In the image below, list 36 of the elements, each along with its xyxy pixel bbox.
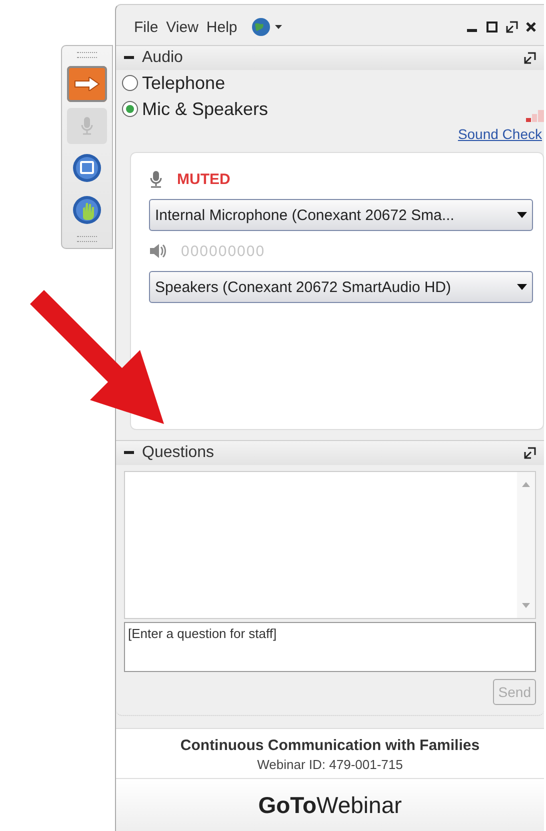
audio-header[interactable]: Audio: [116, 45, 544, 70]
radio-label: Mic & Speakers: [142, 98, 268, 120]
collapse-icon: [124, 451, 134, 455]
caret-icon: [517, 284, 527, 290]
globe-icon[interactable]: [251, 17, 284, 37]
speaker-icon: [149, 244, 167, 258]
menu-item[interactable]: View: [166, 18, 198, 36]
microphone-dropdown[interactable]: Internal Microphone (Conexant 20672 Sma...: [149, 199, 533, 231]
radio-button[interactable]: [122, 75, 138, 91]
webinar-title: Continuous Communication with Families: [180, 737, 480, 754]
maximize-icon[interactable]: [486, 21, 498, 33]
popout-icon[interactable]: [524, 447, 536, 459]
webinar-id: Webinar ID: 479-001-715: [257, 757, 403, 772]
radio-label: Telephone: [142, 72, 226, 94]
menu-item[interactable]: Help: [206, 18, 238, 36]
close-icon[interactable]: [526, 21, 536, 33]
radio-button[interactable]: [122, 101, 138, 117]
logo: GoToWebinar: [258, 792, 402, 818]
questions-header[interactable]: Questions: [116, 440, 544, 465]
microphone-icon: [80, 116, 94, 136]
menu-item[interactable]: File: [134, 18, 158, 36]
speaker-dropdown[interactable]: Speakers (Conexant 20672 SmartAudio HD): [149, 271, 533, 303]
muted-label: MUTED: [177, 170, 230, 188]
question-input-field[interactable]: [Enter a question for staff]: [124, 622, 536, 672]
caret-icon: [517, 212, 527, 218]
microphone-icon: [149, 170, 163, 188]
restore-icon[interactable]: [506, 21, 518, 33]
hand-icon: [72, 195, 102, 225]
sound-check-link[interactable]: Sound Check: [458, 126, 542, 142]
arrow-icon: [73, 77, 101, 91]
arrow-button[interactable]: [67, 66, 107, 102]
speaker-level-meter: 000000000: [181, 242, 266, 260]
collapse-icon: [124, 56, 134, 60]
screen-icon: [72, 153, 102, 183]
popout-icon[interactable]: [524, 52, 536, 64]
signal-bars-icon: [526, 108, 544, 122]
